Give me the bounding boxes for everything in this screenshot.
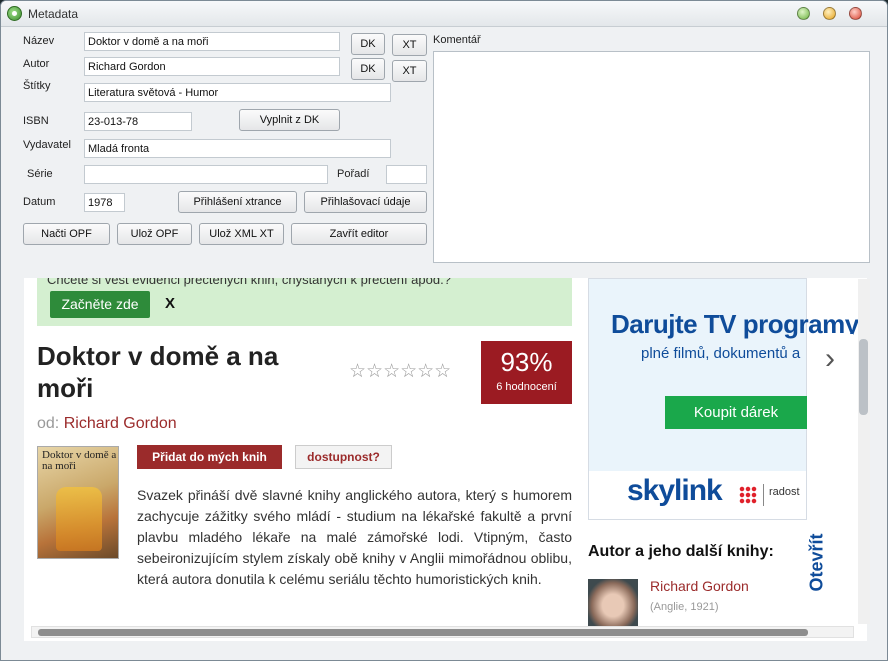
sidebar-author-link[interactable]: Richard Gordon	[650, 578, 749, 594]
author-prefix: od:	[37, 415, 60, 432]
maximize-button[interactable]	[823, 7, 836, 20]
prihlaseni-button[interactable]: Přihlášení xtrance	[178, 191, 297, 213]
isbn-label: ISBN	[23, 115, 49, 127]
poradi-label: Pořadí	[337, 168, 370, 180]
signup-banner: Chcete si vést evidenci přečtených knih,…	[37, 278, 572, 326]
ad-panel: Darujte TV programy plné filmů, dokument…	[589, 279, 859, 471]
banner-close-button[interactable]: X	[165, 295, 175, 312]
isbn-field[interactable]: 23-013-78	[84, 112, 192, 131]
book-title: Doktor v domě a na moři	[37, 341, 279, 403]
ad-buy-button[interactable]: Koupit dárek	[665, 396, 807, 429]
minimize-button[interactable]	[797, 7, 810, 20]
prihlasovaci-udaje-button[interactable]: Přihlašovací údaje	[304, 191, 427, 213]
rating-count[interactable]: 6 hodnocení	[481, 381, 572, 393]
rating-badge: 93% 6 hodnocení	[481, 341, 572, 404]
add-to-my-books-button[interactable]: Přidat do mých knih	[137, 445, 282, 469]
book-description: Svazek přináší dvě slavné knihy anglické…	[137, 487, 572, 587]
komentar-textarea[interactable]	[433, 51, 870, 263]
start-here-button[interactable]: Začněte zde	[50, 291, 150, 318]
poradi-field[interactable]	[386, 165, 427, 184]
autor-label: Autor	[23, 58, 50, 70]
cover-illustration	[56, 487, 102, 551]
serie-label: Série	[27, 168, 53, 180]
ad-next-arrow-icon[interactable]: ›	[807, 334, 853, 384]
author-photo[interactable]	[588, 579, 638, 627]
autor-xt-button[interactable]: XT	[392, 60, 427, 82]
serie-field[interactable]	[84, 165, 328, 184]
datum-field[interactable]: 1978	[84, 193, 125, 212]
author-link[interactable]: Richard Gordon	[64, 415, 177, 432]
horizontal-scroll-thumb[interactable]	[38, 629, 808, 636]
vyplnit-button[interactable]: Vyplnit z DK	[239, 109, 340, 131]
komentar-label: Komentář	[433, 34, 481, 46]
nazev-dk-button[interactable]: DK	[351, 33, 385, 55]
ad-subline: plné filmů, dokumentů a	[641, 345, 801, 362]
metadata-window: Metadata Název Doktor v domě a na moři D…	[0, 0, 888, 661]
ad-divider	[763, 484, 764, 506]
autor-dk-button[interactable]: DK	[351, 58, 385, 80]
rating-stars[interactable]: ☆☆☆☆☆☆	[349, 360, 451, 383]
cover-title: Doktor v domě a na moři	[42, 449, 117, 472]
web-view: Chcete si vést evidenci přečtených knih,…	[24, 278, 867, 641]
author-line: od: Richard Gordon	[37, 415, 177, 433]
close-window-button[interactable]	[849, 7, 862, 20]
ad-radost: radost	[769, 486, 800, 498]
window-title: Metadata	[28, 7, 79, 21]
title-bar[interactable]: Metadata	[1, 1, 887, 27]
datum-label: Datum	[23, 196, 56, 208]
book-cover-image[interactable]: Doktor v domě a na moři	[37, 446, 119, 559]
nazev-field[interactable]: Doktor v domě a na moři	[84, 32, 340, 51]
open-side-tab[interactable]: Otevřít	[807, 522, 846, 608]
uloz-opf-button[interactable]: Ulož OPF	[117, 223, 192, 245]
app-icon	[7, 6, 22, 21]
sidebar-author-meta: (Anglie, 1921)	[650, 601, 719, 613]
skylink-logo: skylink	[627, 474, 723, 507]
skylink-dots-icon	[739, 486, 757, 504]
autor-field[interactable]: Richard Gordon	[84, 57, 340, 76]
zavrit-editor-button[interactable]: Zavřít editor	[291, 223, 427, 245]
nacti-opf-button[interactable]: Načti OPF	[23, 223, 110, 245]
uloz-xml-xt-button[interactable]: Ulož XML XT	[199, 223, 284, 245]
stitky-label: Štítky	[23, 80, 51, 92]
horizontal-scrollbar[interactable]	[31, 626, 854, 638]
availability-button[interactable]: dostupnost?	[295, 445, 392, 469]
vydavatel-label: Vydavatel	[23, 139, 71, 151]
vydavatel-field[interactable]: Mladá fronta	[84, 139, 391, 158]
vertical-scrollbar[interactable]	[858, 279, 870, 624]
rating-percent: 93%	[500, 347, 553, 377]
author-books-heading: Autor a jeho další knihy:	[588, 543, 774, 560]
open-tab-label: Otevřít	[806, 533, 827, 592]
stitky-field[interactable]: Literatura světová - Humor	[84, 83, 391, 102]
skylink-ad[interactable]: Darujte TV programy plné filmů, dokument…	[588, 278, 859, 520]
nazev-label: Název	[23, 35, 55, 47]
nazev-xt-button[interactable]: XT	[392, 34, 427, 56]
banner-text: Chcete si vést evidenci přečtených knih,…	[47, 278, 451, 287]
vertical-scroll-thumb[interactable]	[859, 339, 868, 415]
